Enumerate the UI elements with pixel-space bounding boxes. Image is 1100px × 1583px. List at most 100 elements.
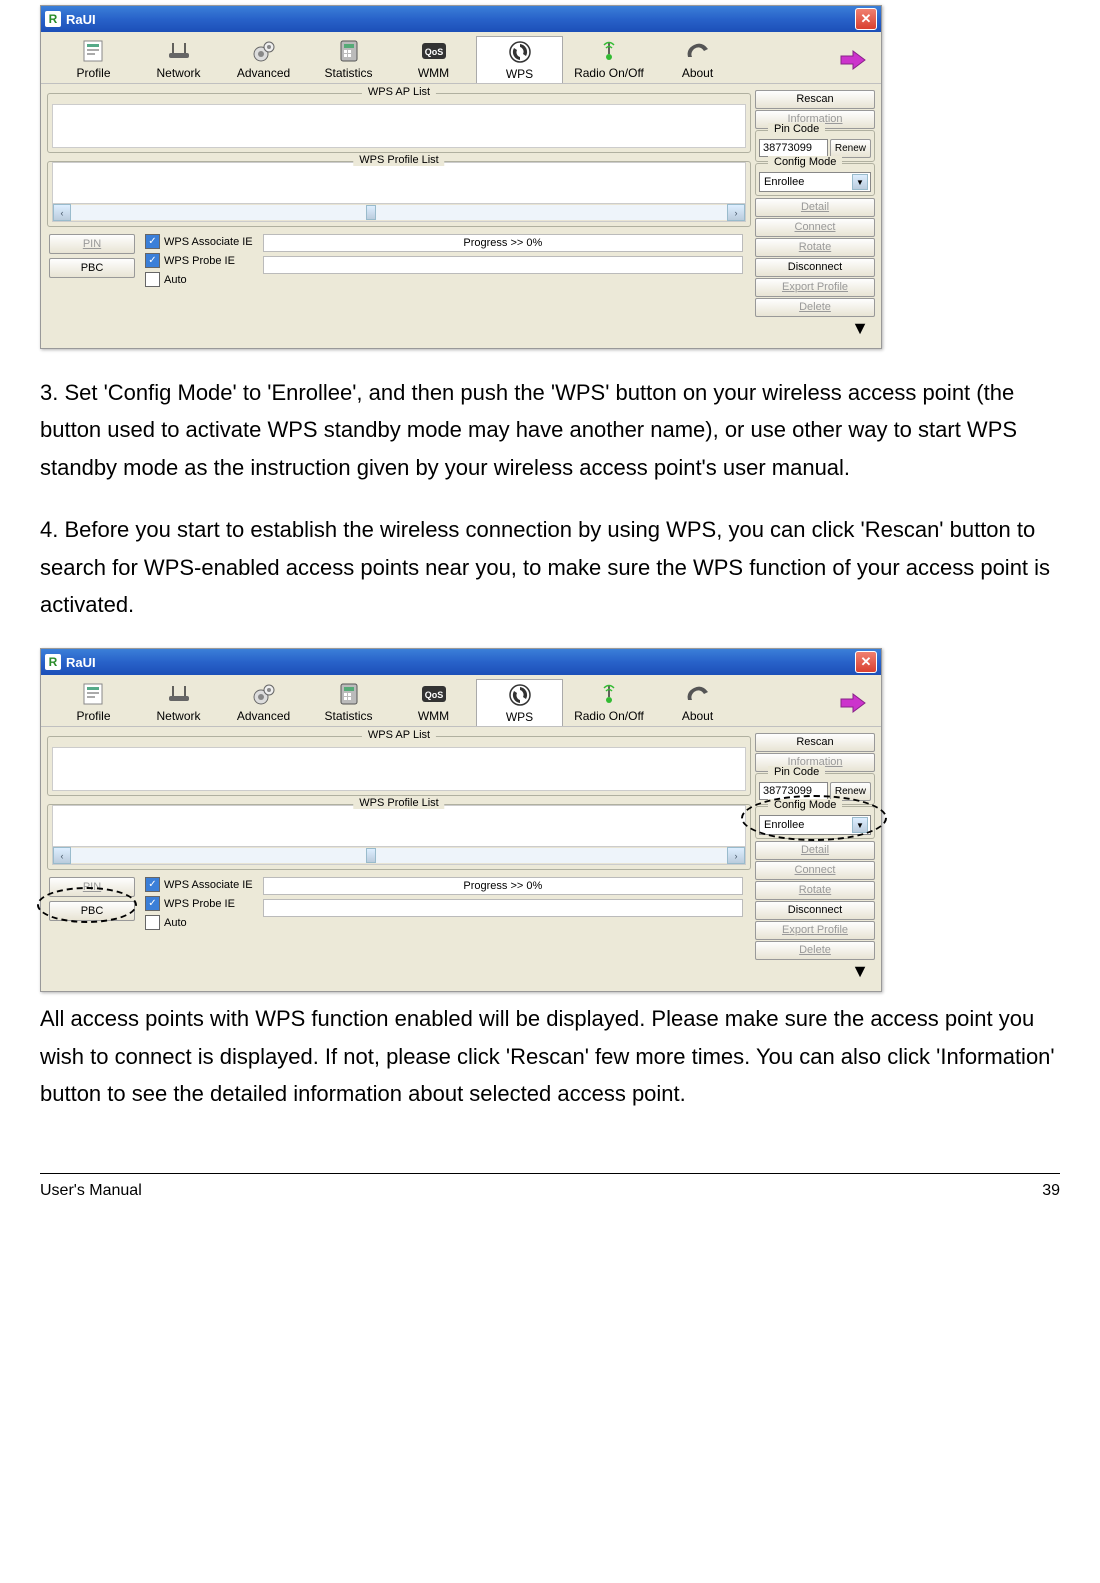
tab-radio[interactable]: Radio On/Off [563,679,655,725]
tab-about[interactable]: About [655,679,740,725]
rotate-button[interactable]: Rotate [755,881,875,900]
pin-code-input[interactable]: 38773099 [759,139,828,157]
delete-button[interactable]: Delete [755,298,875,317]
pin-button[interactable]: PIN [49,234,135,254]
chevron-down-icon: ▼ [852,174,868,190]
config-mode-group: Config Mode Enrollee ▼ [755,163,875,196]
rescan-button[interactable]: Rescan [755,733,875,752]
wps-probe-checkbox[interactable]: ✓ [145,253,160,268]
scroll-right-icon[interactable]: › [727,847,745,864]
network-icon [163,681,195,707]
radio-icon [593,681,625,707]
toolbar: Profile Network Advanced Statistics [41,32,881,84]
tab-advanced[interactable]: Advanced [221,36,306,82]
scroll-left-icon[interactable]: ‹ [53,204,71,221]
wps-probe-checkbox[interactable]: ✓ [145,896,160,911]
disconnect-button[interactable]: Disconnect [755,901,875,920]
close-icon[interactable]: ✕ [855,651,877,673]
export-profile-button[interactable]: Export Profile [755,278,875,297]
wps-profile-list[interactable] [52,162,746,203]
disconnect-button[interactable]: Disconnect [755,258,875,277]
progress-text: Progress >> 0% [263,234,743,252]
pin-code-input[interactable]: 38773099 [759,782,828,800]
wps-associate-checkbox[interactable]: ✓ [145,234,160,249]
tab-advanced[interactable]: Advanced [221,679,306,725]
wps-profile-list[interactable] [52,805,746,846]
forward-arrow-icon[interactable] [839,48,867,72]
scroll-left-icon[interactable]: ‹ [53,847,71,864]
pin-button[interactable]: PIN [49,877,135,897]
statistics-icon [333,38,365,64]
config-mode-group: Config Mode Enrollee ▼ [755,806,875,839]
wps-associate-label: WPS Associate IE [164,236,253,248]
svg-text:QoS: QoS [424,690,443,700]
rotate-button[interactable]: Rotate [755,238,875,257]
titlebar: R RaUI ✕ [41,6,881,32]
tab-network[interactable]: Network [136,679,221,725]
pin-code-label: Pin Code [768,123,825,135]
auto-label: Auto [164,274,187,286]
progress-bar [263,256,743,274]
toolbar: Profile Network Advanced Statistics [41,675,881,727]
titlebar: R RaUI ✕ [41,649,881,675]
config-mode-select[interactable]: Enrollee ▼ [759,172,871,192]
horizontal-scrollbar[interactable]: ‹ › [52,203,746,222]
wps-profile-list-group: WPS Profile List ‹ › [47,161,751,227]
about-icon [682,38,714,64]
pbc-button[interactable]: PBC [49,258,135,278]
horizontal-scrollbar[interactable]: ‹ › [52,846,746,865]
detail-button[interactable]: Detail [755,841,875,860]
delete-button[interactable]: Delete [755,941,875,960]
tab-statistics[interactable]: Statistics [306,36,391,82]
paragraph-5: All access points with WPS function enab… [40,1000,1060,1112]
pin-code-label: Pin Code [768,766,825,778]
tab-wps[interactable]: WPS [476,36,563,83]
wps-ap-list[interactable] [52,747,746,791]
tab-network[interactable]: Network [136,36,221,82]
tab-wmm[interactable]: QoS WMM [391,36,476,82]
tab-statistics[interactable]: Statistics [306,679,391,725]
wps-profile-list-label: WPS Profile List [353,797,444,809]
wps-associate-label: WPS Associate IE [164,879,253,891]
config-mode-select[interactable]: Enrollee ▼ [759,815,871,835]
connect-button[interactable]: Connect [755,861,875,880]
forward-arrow-icon[interactable] [839,691,867,715]
pbc-button[interactable]: PBC [49,901,135,921]
wps-associate-checkbox[interactable]: ✓ [145,877,160,892]
progress-text: Progress >> 0% [263,877,743,895]
tab-wmm[interactable]: QoS WMM [391,679,476,725]
collapse-icon[interactable]: ▼ [755,961,875,985]
app-icon: R [45,11,61,27]
profile-icon [78,681,110,707]
page-footer: User's Manual 39 [40,1182,1060,1214]
app-icon: R [45,654,61,670]
rescan-button[interactable]: Rescan [755,90,875,109]
tab-wps[interactable]: WPS [476,679,563,726]
paragraph-4: 4. Before you start to establish the wir… [40,511,1060,623]
detail-button[interactable]: Detail [755,198,875,217]
wps-icon [504,682,536,708]
config-mode-label: Config Mode [768,156,842,168]
app-title: RaUI [66,655,96,670]
wps-ap-list[interactable] [52,104,746,148]
close-icon[interactable]: ✕ [855,8,877,30]
auto-checkbox[interactable] [145,272,160,287]
tab-about[interactable]: About [655,36,740,82]
tab-profile[interactable]: Profile [51,679,136,725]
chevron-down-icon: ▼ [852,817,868,833]
scroll-right-icon[interactable]: › [727,204,745,221]
collapse-icon[interactable]: ▼ [755,318,875,342]
advanced-icon [248,681,280,707]
tab-profile[interactable]: Profile [51,36,136,82]
tab-radio[interactable]: Radio On/Off [563,36,655,82]
wps-ap-list-label: WPS AP List [362,729,436,741]
statistics-icon [333,681,365,707]
export-profile-button[interactable]: Export Profile [755,921,875,940]
raui-window-2: R RaUI ✕ Profile Network [40,648,882,992]
svg-text:QoS: QoS [424,47,443,57]
profile-icon [78,38,110,64]
wmm-icon: QoS [418,38,450,64]
raui-window-1: R RaUI ✕ Profile Network [40,5,882,349]
connect-button[interactable]: Connect [755,218,875,237]
auto-checkbox[interactable] [145,915,160,930]
